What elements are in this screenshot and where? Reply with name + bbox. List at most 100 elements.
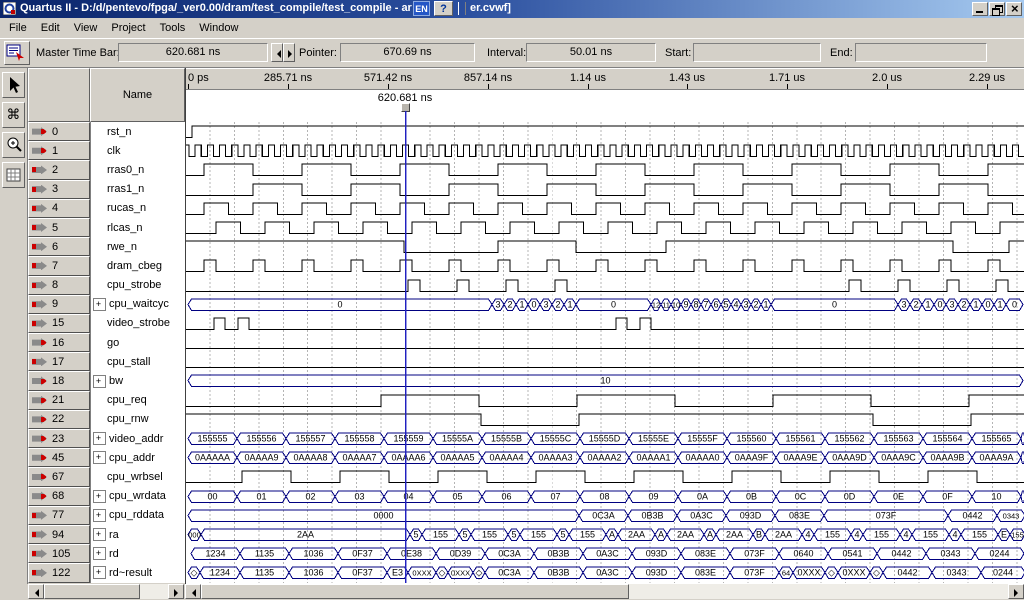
waveform-row[interactable] — [186, 467, 1024, 486]
waveform-rows[interactable]: 0321032101211109876543210321032101010155… — [186, 122, 1024, 583]
signal-id-cell[interactable]: 68 — [28, 487, 90, 506]
signal-name[interactable]: cpu_rddata — [109, 509, 164, 521]
expand-icon[interactable] — [93, 528, 106, 541]
signal-name-cell[interactable]: go — [90, 333, 185, 352]
signal-id-cell[interactable]: 122 — [28, 563, 90, 582]
signal-name-cell[interactable]: rras1_n — [90, 180, 185, 199]
signal-name[interactable]: bw — [109, 375, 123, 387]
signal-name-cell[interactable]: dram_cbeg — [90, 256, 185, 275]
signal-name[interactable]: go — [107, 337, 119, 349]
signal-id-cell[interactable]: 17 — [28, 352, 90, 371]
signal-name[interactable]: cpu_strobe — [107, 279, 161, 291]
waveform-edit-tool-button[interactable]: ⌘ — [2, 102, 25, 128]
signal-name-cell[interactable]: rras0_n — [90, 160, 185, 179]
toolbar-grip[interactable] — [458, 2, 466, 15]
menu-item-window[interactable]: Window — [192, 20, 245, 36]
signal-id-cell[interactable]: 6 — [28, 237, 90, 256]
time-axis[interactable]: 0 ps285.71 ns571.42 ns857.14 ns1.14 us1.… — [186, 68, 1024, 90]
signal-name-cell[interactable]: ra — [90, 525, 185, 544]
waveform-row[interactable] — [186, 276, 1024, 295]
expand-icon[interactable] — [93, 490, 106, 503]
signal-name[interactable]: cpu_waitcyc — [109, 298, 169, 310]
signal-name-cell[interactable]: cpu_stall — [90, 352, 185, 371]
waveform-row[interactable] — [186, 256, 1024, 275]
signal-id-cell[interactable]: 3 — [28, 180, 90, 199]
waveform-row[interactable]: 000102030405060708090A0B0C0D0E0F10 — [186, 487, 1024, 506]
signal-id-cell[interactable]: 77 — [28, 506, 90, 525]
waveform-row[interactable] — [186, 199, 1024, 218]
signal-id-cell[interactable]: 21 — [28, 391, 90, 410]
waveform-view[interactable]: 0 ps285.71 ns571.42 ns857.14 ns1.14 us1.… — [185, 68, 1024, 584]
waveform-row[interactable] — [186, 160, 1024, 179]
expand-icon[interactable] — [93, 509, 106, 522]
signal-name-cell[interactable]: cpu_wrdata — [90, 487, 185, 506]
master-time-decrement-button[interactable] — [271, 43, 283, 62]
signal-id-cell[interactable]: 105 — [28, 544, 90, 563]
signal-id-cell[interactable]: 18 — [28, 371, 90, 390]
signal-name[interactable]: cpu_wrdata — [109, 490, 166, 502]
waveform-row[interactable] — [186, 352, 1024, 371]
expand-icon[interactable] — [93, 375, 106, 388]
waveform-row[interactable] — [186, 410, 1024, 429]
signal-name[interactable]: video_addr — [109, 433, 163, 445]
help-button[interactable]: ? — [434, 1, 453, 16]
waveform-row[interactable]: 10 — [186, 371, 1024, 390]
menu-item-file[interactable]: File — [2, 20, 34, 36]
signal-name-cell[interactable]: cpu_waitcyc — [90, 295, 185, 314]
signal-id-cell[interactable]: 2 — [28, 160, 90, 179]
master-time-bar-value[interactable]: 620.681 ns — [118, 43, 268, 62]
waveform-row[interactable]: 15555515555615555715555815555915555A1555… — [186, 429, 1024, 448]
signal-id-cell[interactable]: 8 — [28, 276, 90, 295]
signal-name[interactable]: rst_n — [107, 126, 131, 138]
menu-item-project[interactable]: Project — [104, 20, 152, 36]
signal-id-cell[interactable]: 15 — [28, 314, 90, 333]
signal-id-cell[interactable]: 1 — [28, 141, 90, 160]
waveform-row[interactable] — [186, 333, 1024, 352]
signal-id-cell[interactable]: 45 — [28, 448, 90, 467]
marker-strip[interactable]: 620.681 ns — [186, 90, 1024, 122]
waveform-row[interactable] — [186, 314, 1024, 333]
signal-name[interactable]: cpu_wrbsel — [107, 471, 163, 483]
signal-name[interactable]: cpu_rnw — [107, 413, 149, 425]
expand-icon[interactable] — [93, 547, 106, 560]
signal-name-cell[interactable]: cpu_rnw — [90, 410, 185, 429]
expand-icon[interactable] — [93, 566, 106, 579]
signal-name[interactable]: rd — [109, 548, 119, 560]
signal-name-cell[interactable]: rd — [90, 544, 185, 563]
waveform-scroll-right-button[interactable] — [1008, 584, 1024, 599]
signal-name-cell[interactable]: rucas_n — [90, 199, 185, 218]
waveform-row[interactable]: 1234113510360F370E380D390C3A0B3B0A3C093D… — [186, 544, 1024, 563]
signal-name-cell[interactable]: rd~result — [90, 563, 185, 582]
menu-item-view[interactable]: View — [67, 20, 105, 36]
waveform-scroll-left-button[interactable] — [185, 584, 201, 599]
id-column-header[interactable] — [28, 68, 90, 122]
selection-tool-button[interactable] — [2, 72, 25, 98]
waveform-row[interactable] — [186, 141, 1024, 160]
signal-name-cell[interactable]: cpu_wrbsel — [90, 467, 185, 486]
signal-id-cell[interactable]: 94 — [28, 525, 90, 544]
signal-name-cell[interactable]: rwe_n — [90, 237, 185, 256]
waveform-row[interactable]: 0AAAAA0AAAA90AAAA80AAAA70AAAA60AAAA50AAA… — [186, 448, 1024, 467]
signal-name[interactable]: video_strobe — [107, 317, 170, 329]
panel-scroll-thumb[interactable] — [44, 584, 140, 599]
signal-name[interactable]: dram_cbeg — [107, 260, 162, 272]
signal-name-cell[interactable]: rlcas_n — [90, 218, 185, 237]
waveform-row[interactable] — [186, 237, 1024, 256]
panel-scroll-left-button[interactable] — [28, 584, 44, 599]
expand-icon[interactable] — [93, 432, 106, 445]
signal-name-cell[interactable]: cpu_rddata — [90, 506, 185, 525]
signal-name[interactable]: clk — [107, 145, 120, 157]
close-button[interactable] — [1006, 2, 1022, 16]
signal-name-cell[interactable]: clk — [90, 141, 185, 160]
expand-icon[interactable] — [93, 298, 106, 311]
signal-name-cell[interactable]: video_strobe — [90, 314, 185, 333]
signal-name[interactable]: rwe_n — [107, 241, 137, 253]
title-bar[interactable]: Quartus II - D:/d/pentevo/fpga/_ver0.00/… — [0, 0, 1024, 18]
signal-name-cell[interactable]: rst_n — [90, 122, 185, 141]
signal-id-cell[interactable]: 5 — [28, 218, 90, 237]
signal-name-cell[interactable]: bw — [90, 371, 185, 390]
waveform-scroll-thumb[interactable] — [201, 584, 629, 599]
zoom-tool-button[interactable] — [2, 132, 25, 158]
language-indicator[interactable]: EN — [413, 1, 430, 16]
signal-id-cell[interactable]: 4 — [28, 199, 90, 218]
